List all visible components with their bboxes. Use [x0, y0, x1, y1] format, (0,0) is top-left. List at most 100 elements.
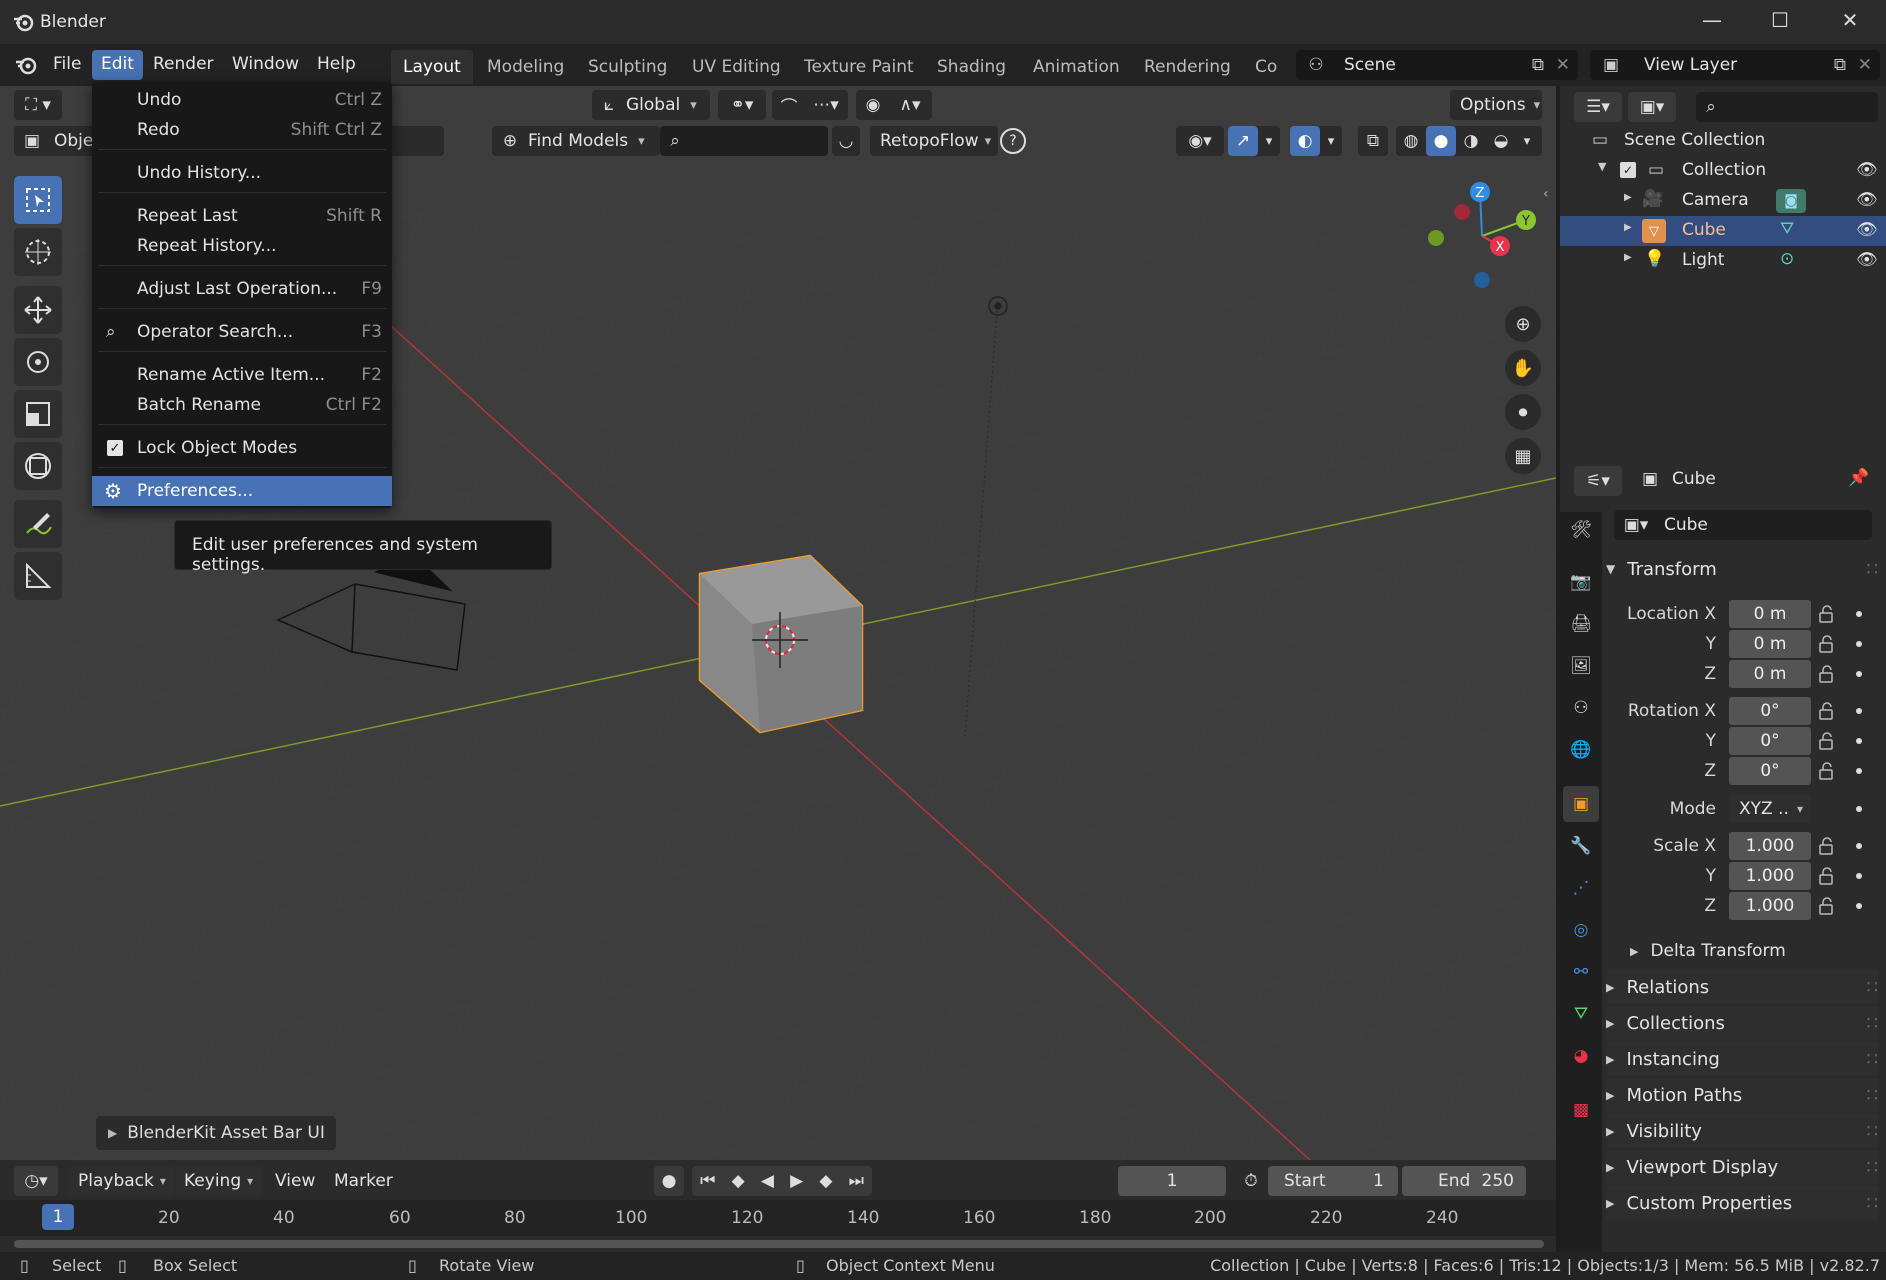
copy-scene-icon[interactable]: ⧉: [1532, 55, 1544, 75]
falloff-icon[interactable]: ∧▾: [890, 95, 930, 115]
menu-item-lock-object-modes[interactable]: ✓ Lock Object Modes: [92, 433, 392, 463]
snapping-group[interactable]: ⌒ ⋯▾: [772, 90, 848, 120]
annotate-tool[interactable]: [14, 500, 62, 548]
find-models-select[interactable]: ⊕ Find Models ▾: [492, 126, 660, 156]
chevron-down-icon[interactable]: ▾: [1320, 134, 1342, 149]
chevron-right-icon[interactable]: ▶: [1624, 222, 1632, 233]
tab-scene[interactable]: ⚇: [1563, 690, 1599, 726]
retopoflow-menu[interactable]: RetopoFlow ▾: [870, 126, 998, 156]
auto-keying-record-icon[interactable]: ●: [654, 1166, 684, 1196]
tab-compositing[interactable]: Co: [1243, 50, 1289, 84]
pin-icon[interactable]: 📌: [1848, 468, 1869, 488]
stopwatch-icon[interactable]: ⏱: [1236, 1166, 1266, 1196]
tab-physics[interactable]: ◎: [1563, 912, 1599, 948]
solid-shading-icon[interactable]: ●: [1426, 126, 1456, 156]
chevron-down-icon[interactable]: ▾: [1258, 134, 1280, 149]
next-keyframe-icon[interactable]: ◆: [819, 1171, 832, 1191]
outliner-row-camera[interactable]: ▶ 🎥 Camera ◙ 👁: [1560, 186, 1886, 216]
playhead[interactable]: 1: [42, 1204, 74, 1230]
sidebar-toggle-icon[interactable]: ‹: [1543, 186, 1549, 202]
tab-modeling[interactable]: Modeling: [475, 50, 576, 84]
current-frame-field[interactable]: 1: [1118, 1166, 1226, 1196]
menu-window[interactable]: Window: [223, 50, 308, 80]
tab-sculpting[interactable]: Sculpting: [576, 50, 679, 84]
tab-rendering[interactable]: Rendering: [1132, 50, 1243, 84]
chevron-down-icon[interactable]: ▼: [1598, 160, 1606, 173]
wireframe-shading-icon[interactable]: ◍: [1396, 131, 1426, 151]
overlay-icon[interactable]: ◐: [1290, 126, 1320, 156]
tab-texture[interactable]: ▩: [1563, 1092, 1599, 1128]
menu-item-adjust-last-operation[interactable]: Adjust Last Operation... F9: [92, 274, 392, 304]
transform-panel-header[interactable]: ▼ Transform ∷: [1606, 552, 1878, 586]
menu-item-operator-search[interactable]: ⌕ Operator Search... F3: [92, 317, 392, 347]
tab-tool[interactable]: 🛠: [1563, 512, 1599, 548]
eye-icon[interactable]: 👁: [1856, 220, 1878, 240]
light-data-icon[interactable]: ⊙: [1780, 249, 1794, 269]
camera-data-icon[interactable]: ◙: [1776, 189, 1806, 213]
tab-texture-paint[interactable]: Texture Paint: [792, 50, 926, 84]
menu-item-repeat-last[interactable]: Repeat Last Shift R: [92, 201, 392, 231]
menu-item-preferences[interactable]: ⚙ Preferences...: [92, 476, 392, 506]
rotation-mode-select[interactable]: XYZ .. ▾: [1729, 795, 1811, 823]
maximize-icon[interactable]: ☐: [1758, 8, 1802, 36]
delete-view-layer-icon[interactable]: ✕: [1858, 55, 1872, 75]
tab-material[interactable]: ◕: [1563, 1038, 1599, 1074]
jump-end-icon[interactable]: ⏭: [849, 1171, 864, 1191]
outliner-editor-type[interactable]: ☰▾: [1574, 92, 1622, 122]
pan-hand-icon[interactable]: ✋: [1505, 350, 1541, 386]
drag-handle-icon[interactable]: ∷: [1867, 1013, 1878, 1034]
mesh-data-icon[interactable]: ⛛: [1780, 219, 1794, 239]
timeline-scrollbar[interactable]: [14, 1240, 1544, 1248]
xray-toggle[interactable]: ⧉: [1358, 126, 1388, 156]
help-button[interactable]: ?: [1000, 126, 1028, 156]
timeline-editor-type[interactable]: ◷▾: [14, 1166, 58, 1196]
blender-menu-icon[interactable]: [14, 54, 38, 76]
menu-item-undo-history[interactable]: Undo History...: [92, 158, 392, 188]
outliner-row-collection[interactable]: ▼ ✓ ▭ Collection 👁: [1560, 156, 1886, 186]
end-frame-field[interactable]: End 250: [1402, 1166, 1526, 1196]
outliner-row-cube[interactable]: ▶ ▽ Cube ⛛ 👁: [1560, 216, 1886, 246]
menu-item-undo[interactable]: Undo Ctrl Z: [92, 85, 392, 115]
view-layer-selector[interactable]: ▣ View Layer ⧉ ✕: [1590, 50, 1880, 80]
motion-paths-panel-header[interactable]: ▶ Motion Paths ∷: [1606, 1078, 1878, 1112]
eye-icon[interactable]: 👁: [1856, 190, 1878, 210]
rotation-z-field[interactable]: 0°: [1729, 757, 1811, 785]
chevron-right-icon[interactable]: ▶: [1624, 192, 1632, 203]
playback-menu[interactable]: Playback ▾: [68, 1166, 174, 1196]
overlay-toggle-group[interactable]: ◐ ▾: [1290, 126, 1342, 156]
properties-editor-type[interactable]: ⚟▾: [1574, 466, 1622, 496]
outliner-row-light[interactable]: ▶ 💡 Light ⊙ 👁: [1560, 246, 1886, 276]
timeline-view-menu[interactable]: View: [275, 1171, 315, 1191]
scale-z-field[interactable]: 1.000: [1729, 892, 1811, 920]
drag-handle-icon[interactable]: ∷: [1867, 1157, 1878, 1178]
scale-y-field[interactable]: 1.000: [1729, 862, 1811, 890]
tab-world[interactable]: 🌐: [1563, 732, 1599, 768]
drag-handle-icon[interactable]: ∷: [1867, 977, 1878, 998]
timeline-marker-menu[interactable]: Marker: [334, 1171, 393, 1191]
gizmo-toggle-group[interactable]: ↗ ▾: [1228, 126, 1280, 156]
camera-view-icon[interactable]: ⏺: [1505, 394, 1541, 430]
outliner-search-input[interactable]: ⌕: [1696, 92, 1878, 122]
select-box-tool[interactable]: [14, 176, 62, 224]
rotation-x-field[interactable]: 0°: [1729, 697, 1811, 725]
perspective-grid-icon[interactable]: ▦: [1505, 438, 1541, 474]
visibility-panel-header[interactable]: ▶ Visibility ∷: [1606, 1114, 1878, 1148]
editor-type-button[interactable]: ⛶ ▾: [14, 90, 62, 120]
pivot-point-button[interactable]: ⚭▾: [718, 90, 766, 120]
shading-mode-group[interactable]: ◍ ● ◑ ◒ ▾: [1396, 126, 1542, 156]
rotate-tool[interactable]: [14, 338, 62, 386]
scale-tool[interactable]: [14, 390, 62, 438]
transform-tool[interactable]: [14, 442, 62, 490]
chevron-down-icon[interactable]: ▾: [1516, 134, 1538, 149]
minimize-icon[interactable]: —: [1690, 8, 1734, 36]
menu-help[interactable]: Help: [308, 50, 365, 80]
chevron-right-icon[interactable]: ▶: [1624, 252, 1632, 263]
eye-icon[interactable]: 👁: [1856, 250, 1878, 270]
eye-icon[interactable]: 👁: [1856, 160, 1878, 180]
instancing-panel-header[interactable]: ▶ Instancing ∷: [1606, 1042, 1878, 1076]
lock-and-keyframe-column[interactable]: [1816, 600, 1876, 920]
outliner-row-scene-collection[interactable]: ▭ Scene Collection: [1560, 126, 1886, 156]
collections-panel-header[interactable]: ▶ Collections ∷: [1606, 1006, 1878, 1040]
menu-render[interactable]: Render: [144, 50, 223, 80]
proportional-edit-group[interactable]: ◉ ∧▾: [856, 90, 932, 120]
